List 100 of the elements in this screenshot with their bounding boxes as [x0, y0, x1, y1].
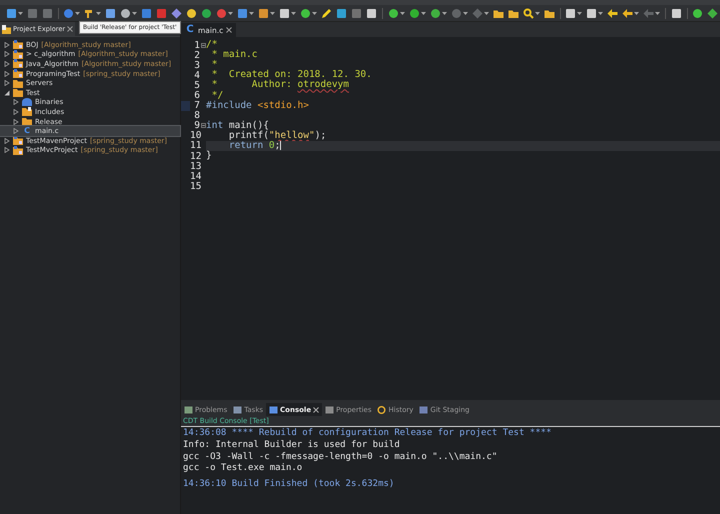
toolbar-button[interactable]	[522, 6, 541, 20]
square-icon	[237, 8, 248, 18]
square-icon	[6, 8, 17, 18]
toolbar-button[interactable]	[104, 6, 118, 20]
diamond-icon	[472, 8, 483, 18]
close-icon[interactable]	[226, 27, 232, 33]
diamond-icon	[171, 8, 182, 18]
line-number: 12	[190, 150, 200, 162]
close-icon[interactable]	[313, 406, 320, 412]
folder-icon	[544, 8, 555, 18]
arrow-icon	[607, 8, 618, 18]
square-icon	[351, 8, 362, 18]
toolbar-button[interactable]	[470, 6, 490, 20]
toolbar-button[interactable]	[335, 6, 348, 20]
circle-icon	[63, 8, 74, 18]
console-line: gcc -O3 -Wall -c -fmessage-length=0 -o main.o "..\\main.c"	[183, 452, 498, 463]
line-number: 8	[193, 110, 200, 122]
toolbar-button[interactable]	[200, 6, 214, 20]
caret-icon	[598, 12, 604, 14]
toolbar-button[interactable]	[170, 6, 184, 20]
console-line: 14:36:08 **** Rebuild of configuration Release for project Test ****	[183, 428, 552, 440]
square-icon	[565, 8, 576, 18]
arrow-icon	[643, 8, 654, 18]
square-icon	[42, 8, 53, 18]
code-line: * Author: otrodevym	[210, 80, 350, 90]
toolbar-button[interactable]	[236, 6, 256, 20]
toolbar-button[interactable]	[428, 6, 448, 20]
circle-icon	[408, 8, 420, 18]
code-line: * main.c	[210, 50, 258, 60]
square-icon	[156, 8, 168, 18]
caret-icon	[420, 12, 426, 14]
caret-icon	[577, 12, 582, 14]
code-line: printf("hellow");	[228, 130, 328, 141]
square-icon	[670, 8, 682, 18]
toolbar-button[interactable]	[670, 6, 683, 20]
square-icon	[336, 8, 348, 18]
code-line: #include <stdio.h>	[206, 100, 310, 111]
square-icon	[105, 8, 116, 18]
project-folder-icon	[13, 40, 23, 50]
circle-icon	[201, 8, 212, 18]
circle-icon	[216, 8, 228, 18]
folder-icon	[492, 8, 504, 18]
line-number: 4	[193, 70, 200, 81]
caret-icon	[291, 12, 296, 14]
toolbar-button[interactable]	[706, 6, 720, 20]
history-icon	[377, 406, 386, 414]
folder-icon	[508, 8, 519, 18]
toolbar-button[interactable]	[564, 6, 584, 20]
toolbar-button[interactable]	[5, 6, 24, 20]
toolbar-button[interactable]	[408, 6, 427, 20]
caret-icon	[18, 12, 23, 14]
view-icon	[325, 406, 334, 414]
toolbar-button[interactable]	[215, 6, 234, 20]
project-folder-icon	[13, 69, 23, 78]
expanded-arrow-icon[interactable]	[4, 90, 10, 96]
circle-icon	[692, 8, 704, 18]
close-icon[interactable]	[67, 26, 74, 32]
project-folder-icon	[13, 59, 23, 68]
toolbar-button[interactable]	[278, 6, 298, 20]
project-folder-icon	[13, 146, 23, 155]
caret-icon	[655, 12, 660, 14]
code-line: }	[206, 151, 213, 162]
arrow-icon	[622, 8, 634, 18]
toolbar-button[interactable]	[62, 6, 82, 20]
caret-icon	[400, 12, 405, 14]
toolbar-button[interactable]	[299, 6, 318, 20]
toolbar-button[interactable]	[691, 6, 704, 20]
line-number: 15	[190, 180, 200, 192]
square-icon	[27, 8, 38, 18]
caret-icon	[534, 12, 540, 14]
circle-icon	[186, 8, 198, 18]
caret-icon	[228, 12, 234, 14]
caret-icon	[132, 12, 138, 14]
caret-icon	[270, 12, 276, 14]
code-line: * Created on: 2018. 12. 30.	[210, 70, 373, 80]
toolbar-button[interactable]	[386, 6, 406, 20]
line-number: 13	[190, 160, 200, 172]
line-number: 5	[193, 80, 200, 91]
c-file-icon: C	[22, 127, 32, 136]
toolbar-button[interactable]	[119, 6, 138, 20]
fold-icon[interactable]	[200, 42, 206, 48]
square-icon	[279, 8, 290, 18]
line-number: 9	[194, 120, 200, 132]
toolbar-button[interactable]	[185, 6, 198, 20]
console-line: 14:36:10 Build Finished (took 2s.632ms)	[183, 479, 396, 491]
square-icon	[586, 8, 598, 18]
toolbar-button[interactable]	[450, 6, 469, 20]
line-number: 6	[193, 90, 200, 102]
toolbar-button[interactable]	[365, 6, 378, 20]
caret-icon	[442, 12, 447, 14]
circle-icon	[450, 8, 462, 18]
code-line: int main(){	[206, 120, 270, 131]
folder-icon	[2, 24, 11, 34]
fold-icon[interactable]	[200, 123, 206, 128]
code-line: *	[210, 60, 218, 70]
line-number: 2	[193, 50, 200, 61]
toolbar-button[interactable]	[257, 6, 276, 20]
toolbar-button[interactable]	[320, 6, 334, 20]
view-icon	[233, 406, 242, 414]
toolbar-button[interactable]	[585, 6, 604, 20]
